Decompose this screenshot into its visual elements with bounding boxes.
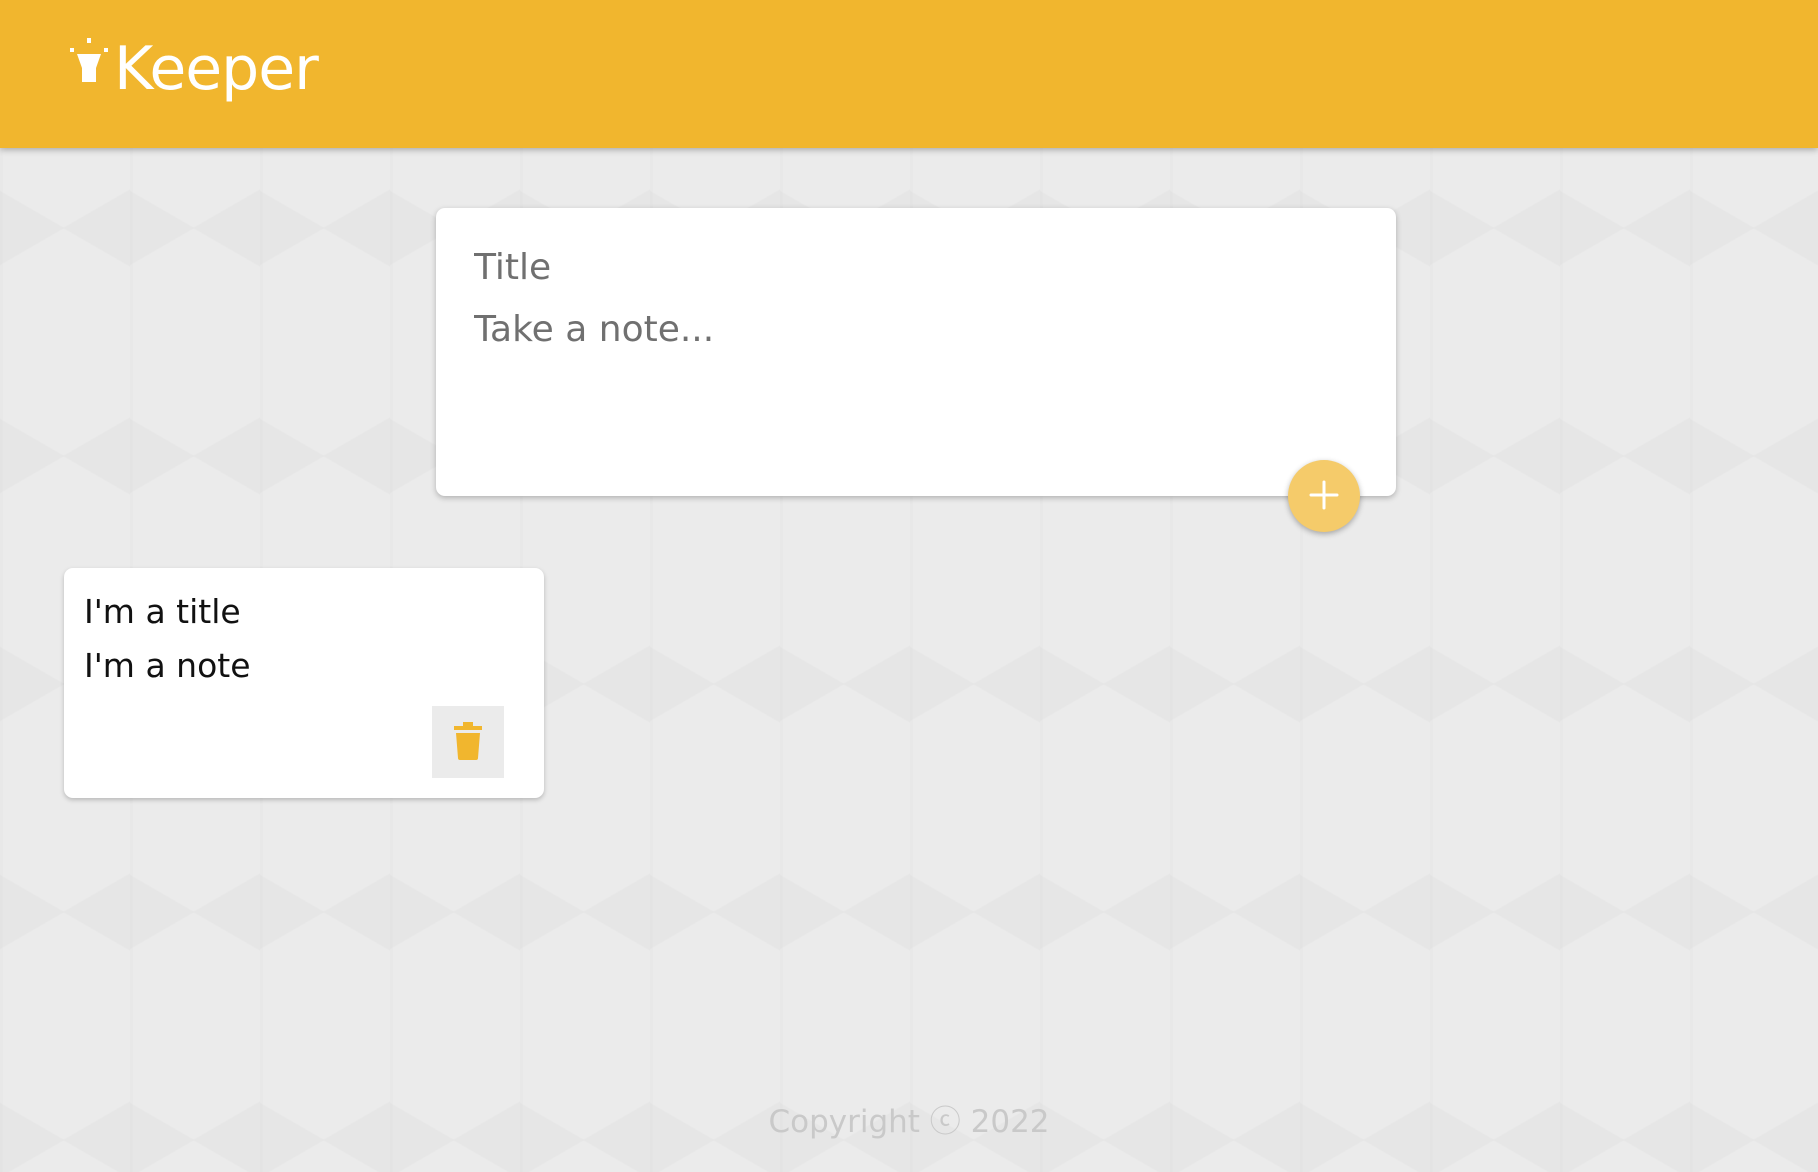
brand: Keeper [68,34,319,104]
note-title: I'm a title [84,592,241,631]
app-header: Keeper [0,0,1818,148]
plus-icon [1308,479,1340,514]
footer: Copyright ⓒ 2022 [0,1096,1818,1141]
app-title: Keeper [114,34,319,104]
add-note-button[interactable] [1288,460,1360,532]
note-card: I'm a title I'm a note [64,568,544,798]
copyright-text: Copyright ⓒ 2022 [768,1104,1050,1140]
note-title-input[interactable] [474,244,1358,292]
trash-icon [454,721,482,763]
delete-note-button[interactable] [432,706,504,778]
lightbulb-icon [68,36,110,86]
create-note-form [436,208,1396,496]
note-content: I'm a note [84,646,251,685]
note-content-input[interactable] [474,306,1358,396]
